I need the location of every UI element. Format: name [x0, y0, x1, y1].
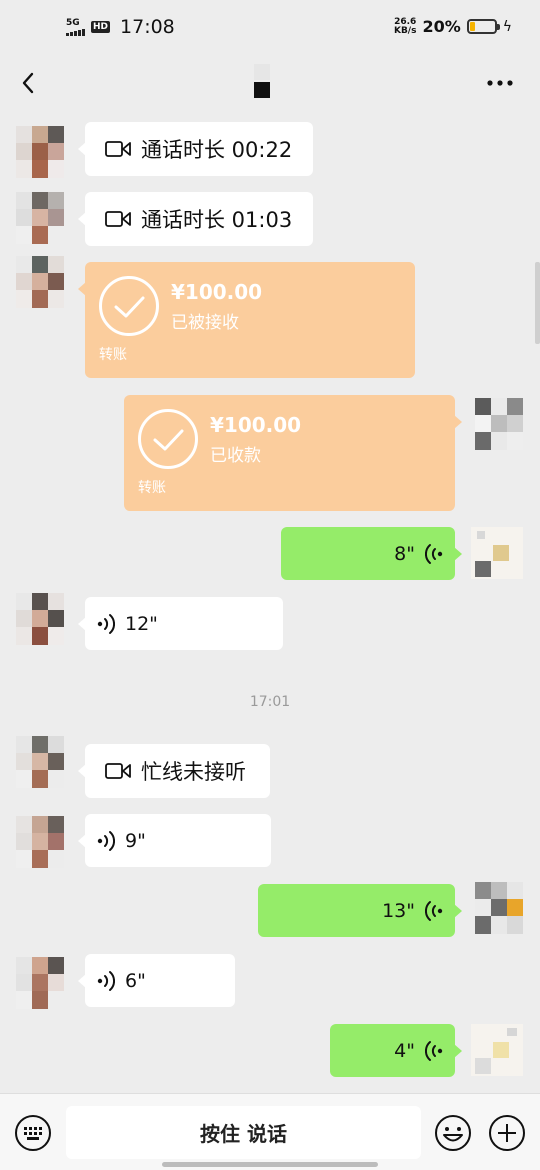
voice-message-bubble[interactable]: 4" [330, 1024, 462, 1077]
battery-percent: 20% [422, 17, 461, 36]
video-call-icon [105, 141, 131, 157]
voice-duration: 8" [394, 542, 415, 565]
voice-wave-out-icon [425, 543, 443, 564]
hold-to-talk-button[interactable]: 按住 说话 [66, 1106, 421, 1159]
speed-unit: KB/s [393, 25, 417, 36]
check-circle-icon [138, 409, 198, 469]
transfer-amount: ¥100.00 [210, 413, 302, 437]
avatar[interactable] [16, 816, 64, 868]
charging-icon: ϟ [502, 18, 512, 35]
check-circle-icon [99, 276, 159, 336]
input-bar: 按住 说话 [0, 1093, 540, 1170]
voice-duration: 6" [125, 969, 146, 992]
transfer-bubble[interactable]: ¥100.00 已被接收 转账 [78, 262, 415, 378]
transfer-bubble[interactable]: ¥100.00 已收款 转账 [124, 395, 462, 511]
signal-icon: 5G [66, 17, 85, 36]
avatar[interactable] [16, 957, 64, 1009]
voice-message-bubble[interactable]: 6" [78, 954, 235, 1007]
transfer-status: 已收款 [210, 446, 261, 466]
voice-wave-out-icon [425, 1040, 443, 1061]
more-dots-icon[interactable] [482, 68, 518, 98]
voice-message-bubble[interactable]: 8" [281, 527, 462, 580]
video-call-icon [105, 211, 131, 227]
call-duration-text: 通话时长 01:03 [141, 208, 293, 232]
chat-title-mosaic [254, 64, 270, 98]
voice-wave-in-icon [97, 970, 115, 991]
status-bar: 5G HD 17:08 26.6 KB/s 20% ϟ [0, 0, 540, 60]
call-record-bubble[interactable]: 通话时长 01:03 [78, 192, 313, 246]
call-status-text: 忙线未接听 [141, 760, 246, 784]
call-record-bubble[interactable]: 忙线未接听 [78, 744, 270, 798]
voice-message-bubble[interactable]: 9" [78, 814, 271, 867]
network-type: 5G [66, 17, 80, 28]
call-record-bubble[interactable]: 通话时长 00:22 [78, 122, 313, 176]
home-indicator[interactable] [162, 1162, 378, 1167]
transfer-status: 已被接收 [171, 313, 239, 333]
voice-duration: 13" [382, 899, 415, 922]
transfer-label: 转账 [99, 347, 127, 363]
nav-bar [0, 60, 540, 108]
voice-wave-out-icon [425, 900, 443, 921]
scrollbar[interactable] [535, 262, 540, 344]
voice-duration: 4" [394, 1039, 415, 1062]
status-time: 17:08 [120, 16, 175, 38]
avatar[interactable] [475, 882, 523, 934]
avatar[interactable] [471, 527, 523, 579]
avatar[interactable] [16, 593, 64, 645]
transfer-label: 转账 [138, 480, 166, 496]
avatar[interactable] [16, 126, 64, 178]
network-speed: 26.6 KB/s [393, 17, 417, 36]
battery-icon [466, 19, 500, 34]
voice-message-bubble[interactable]: 12" [78, 597, 283, 650]
call-duration-text: 通话时长 00:22 [141, 138, 293, 162]
voice-duration: 12" [125, 612, 158, 635]
voice-message-bubble[interactable]: 13" [258, 884, 462, 937]
voice-wave-in-icon [97, 613, 115, 634]
voice-wave-in-icon [97, 830, 115, 851]
voice-duration: 9" [125, 829, 146, 852]
video-call-icon [105, 763, 131, 779]
transfer-amount: ¥100.00 [171, 280, 263, 304]
avatar[interactable] [16, 256, 64, 308]
plus-icon[interactable] [488, 1114, 526, 1152]
emoji-icon[interactable] [434, 1114, 472, 1152]
avatar[interactable] [471, 1024, 523, 1076]
hd-badge: HD [91, 21, 111, 33]
keyboard-icon[interactable] [14, 1114, 52, 1152]
avatar[interactable] [475, 398, 523, 450]
chevron-left-icon[interactable] [14, 64, 46, 100]
avatar[interactable] [16, 192, 64, 244]
avatar[interactable] [16, 736, 64, 788]
message-timestamp: 17:01 [249, 694, 291, 710]
